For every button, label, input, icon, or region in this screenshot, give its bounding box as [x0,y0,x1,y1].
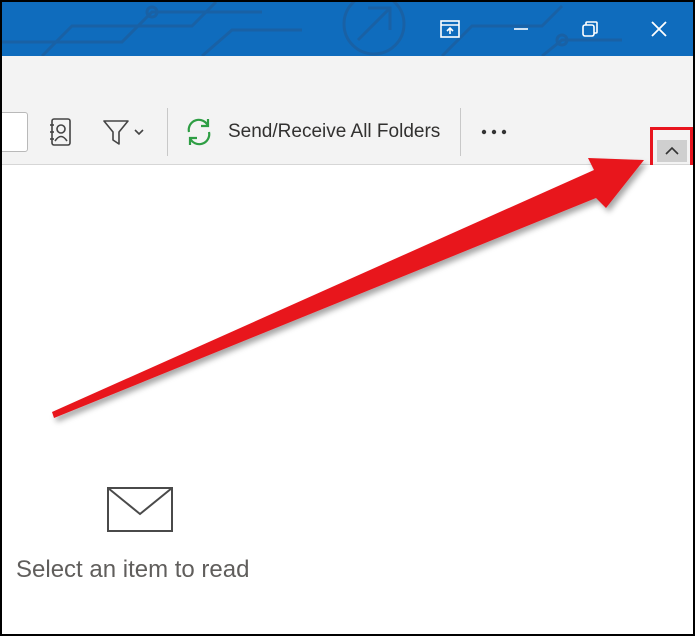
ribbon-display-options-icon [440,20,460,38]
title-bar [2,2,693,56]
minimize-icon [514,28,528,30]
close-button[interactable] [625,2,693,56]
search-input[interactable] [2,112,28,152]
address-book-icon [50,118,71,146]
empty-reading-pane-message: Select an item to read [16,556,250,583]
more-horizontal-icon [481,129,507,135]
ribbon-display-options-button[interactable] [416,2,484,56]
filter-button[interactable] [96,114,150,150]
send-receive-all-folders-button[interactable]: Send/Receive All Folders [182,114,440,150]
minimize-button[interactable] [487,2,555,56]
toolbar-divider [167,108,168,156]
sync-icon [187,118,211,146]
restore-icon [582,21,598,37]
chevron-down-icon [134,129,144,136]
outlook-window: Send/Receive All Folders Select an item … [0,0,695,636]
send-receive-label: Send/Receive All Folders [228,121,441,142]
envelope-icon [107,487,173,532]
close-icon [651,21,667,37]
ribbon-toolbar: Send/Receive All Folders [2,56,693,165]
filter-icon [103,120,129,145]
address-book-button[interactable] [42,114,78,150]
more-options-button[interactable] [476,114,512,150]
toolbar-divider [460,108,461,156]
restore-button[interactable] [556,2,624,56]
